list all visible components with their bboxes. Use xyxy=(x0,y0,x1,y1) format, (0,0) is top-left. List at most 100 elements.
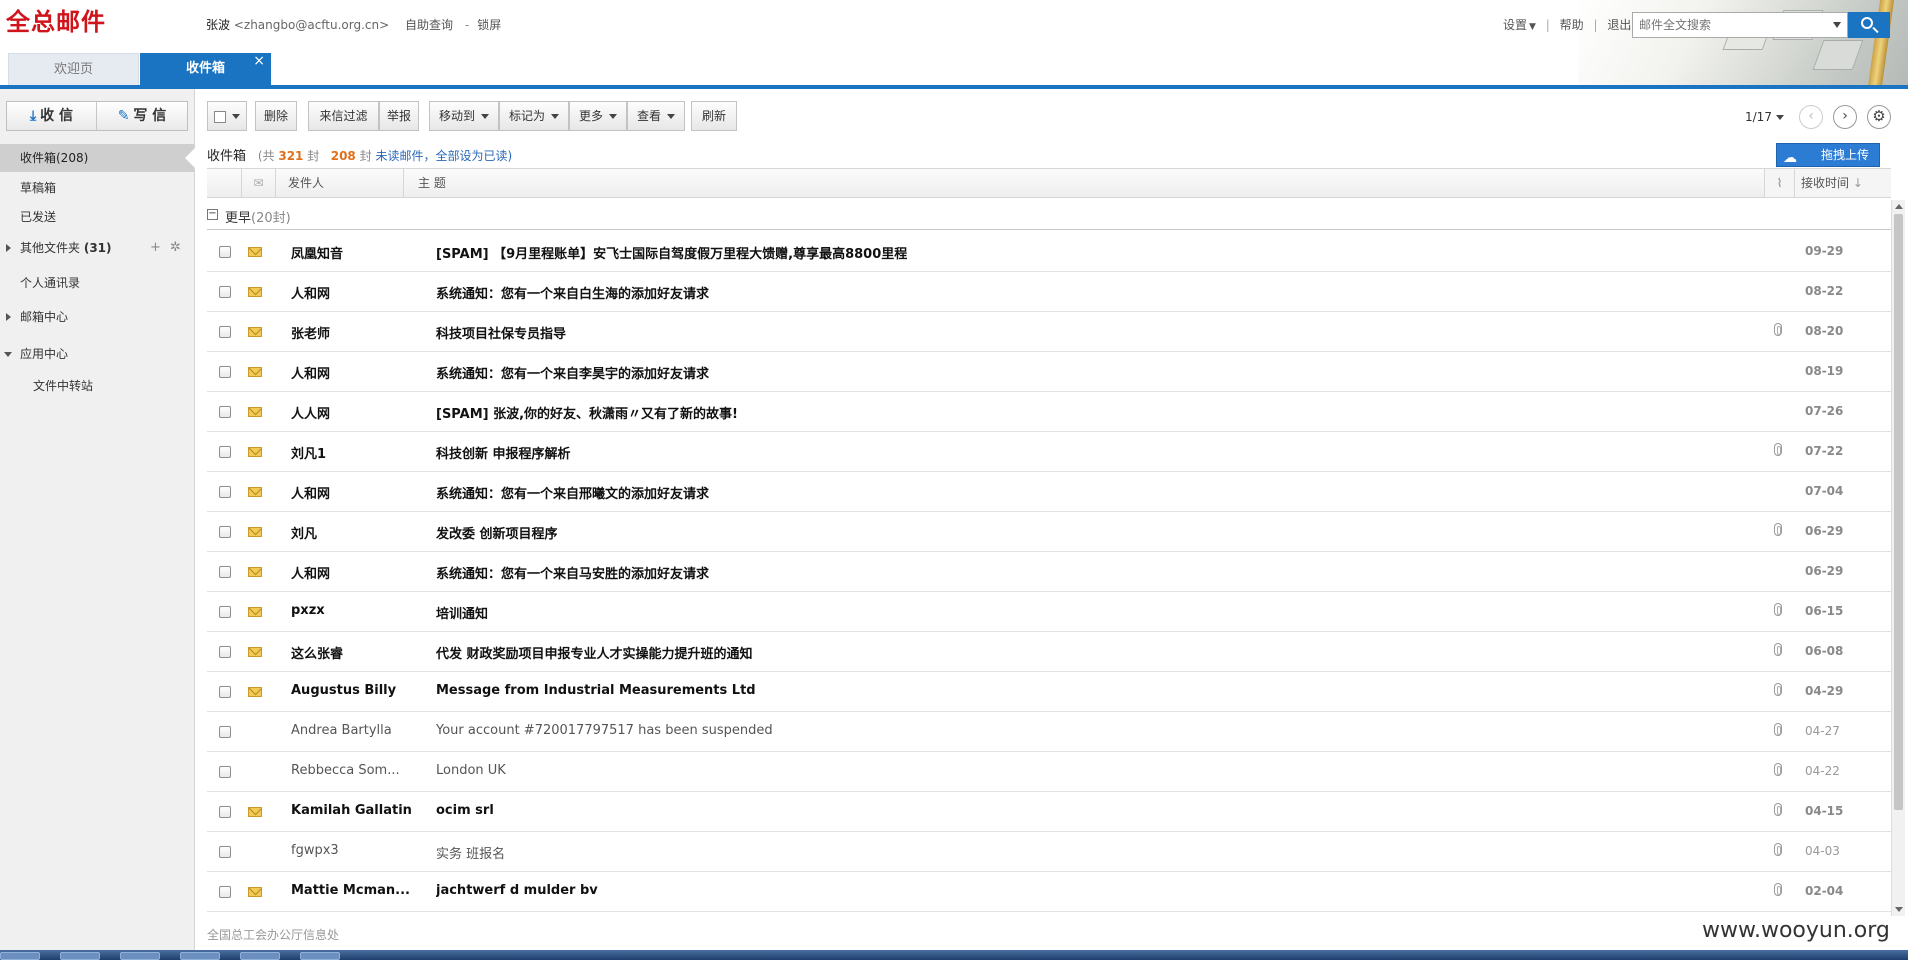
table-row[interactable]: 人和网 系统通知：您有一个来自邢曦文的添加好友请求 07-04 xyxy=(207,472,1891,512)
search-input[interactable] xyxy=(1633,13,1823,37)
table-row[interactable]: Kamilah Gallatin ocim srl 04-15 xyxy=(207,792,1891,832)
table-row[interactable]: 人和网 系统通知：您有一个来自马安胜的添加好友请求 06-29 xyxy=(207,552,1891,592)
mail-subject[interactable]: London UK xyxy=(436,763,1736,778)
row-checkbox[interactable] xyxy=(219,446,231,458)
unread-link[interactable]: 未读邮件 xyxy=(375,149,423,163)
sidebar-item-drafts[interactable]: 草稿箱 xyxy=(0,174,194,202)
mail-subject[interactable]: ocim srl xyxy=(436,803,1736,818)
lock-screen-link[interactable]: 锁屏 xyxy=(477,18,501,32)
close-icon[interactable]: × xyxy=(253,45,265,77)
table-row[interactable]: Mattie Mcman... jachtwerf d mulder bv 02-0… xyxy=(207,872,1891,912)
row-checkbox[interactable] xyxy=(219,526,231,538)
column-type[interactable]: ✉ xyxy=(241,169,275,197)
mail-subject[interactable]: 培训通知 xyxy=(436,603,1736,622)
row-checkbox[interactable] xyxy=(219,846,231,858)
table-row[interactable]: Rebbecca Som... London UK 04-22 xyxy=(207,752,1891,792)
select-all-dropdown[interactable] xyxy=(207,101,247,131)
row-checkbox[interactable] xyxy=(219,406,231,418)
row-checkbox[interactable] xyxy=(219,566,231,578)
row-checkbox[interactable] xyxy=(219,686,231,698)
collapse-icon[interactable]: − xyxy=(207,209,218,220)
taskbar-app[interactable] xyxy=(180,952,220,960)
row-checkbox[interactable] xyxy=(219,326,231,338)
group-header[interactable]: − 更早(20封) xyxy=(207,200,1891,230)
write-button[interactable]: ✎ 写 信 xyxy=(97,102,187,130)
sidebar-item-app-center[interactable]: 应用中心 xyxy=(0,340,194,368)
logout-link[interactable]: 退出 xyxy=(1607,18,1631,32)
page-selector[interactable]: 1/17 xyxy=(1745,110,1784,124)
scrollbar[interactable] xyxy=(1891,200,1905,916)
mail-subject[interactable]: 系统通知：您有一个来自李昊宇的添加好友请求 xyxy=(436,363,1736,382)
column-subject[interactable]: 主 题 xyxy=(403,169,1908,197)
sidebar-item-mailbox-center[interactable]: 邮箱中心 xyxy=(0,303,194,331)
taskbar-app[interactable] xyxy=(60,952,100,960)
scroll-up-icon[interactable] xyxy=(1895,204,1903,209)
column-time[interactable]: 接收时间 ↓ xyxy=(1794,169,1891,197)
start-button[interactable] xyxy=(0,952,40,960)
mail-subject[interactable]: Message from Industrial Measurements Ltd xyxy=(436,683,1736,698)
select-all-checkbox[interactable] xyxy=(214,110,226,123)
sidebar-item-inbox[interactable]: 收件箱(208) xyxy=(0,144,195,172)
taskbar-app[interactable] xyxy=(240,952,280,960)
help-link[interactable]: 帮助 xyxy=(1560,18,1584,32)
row-checkbox[interactable] xyxy=(219,486,231,498)
chevron-right-icon[interactable] xyxy=(6,313,11,321)
refresh-button[interactable]: 刷新 xyxy=(691,101,737,131)
mail-subject[interactable]: Your account #720017797517 has been susp… xyxy=(436,723,1736,738)
delete-button[interactable]: 删除 xyxy=(255,101,297,131)
table-row[interactable]: 这么张睿 代发 财政奖励项目申报专业人才实操能力提升班的通知 06-08 xyxy=(207,632,1891,672)
row-checkbox[interactable] xyxy=(219,286,231,298)
taskbar-app[interactable] xyxy=(300,952,340,960)
next-page-button[interactable]: › xyxy=(1833,105,1857,129)
table-row[interactable]: 刘凡1 科技创新 申报程序解析 07-22 xyxy=(207,432,1891,472)
drag-upload-button[interactable]: ☁ 拖拽上传 xyxy=(1776,143,1880,167)
view-button[interactable]: 查看 xyxy=(627,101,685,131)
list-settings-button[interactable]: ⚙ xyxy=(1867,105,1891,129)
mark-all-read-link[interactable]: ，全部设为已读) xyxy=(423,149,512,163)
mail-subject[interactable]: 科技创新 申报程序解析 xyxy=(436,443,1736,462)
table-row[interactable]: 人人网 [SPAM] 张波,你的好友、秋潇雨〃又有了新的故事! 07-26 xyxy=(207,392,1891,432)
taskbar-app[interactable] xyxy=(120,952,160,960)
row-checkbox[interactable] xyxy=(219,366,231,378)
scroll-down-icon[interactable] xyxy=(1895,907,1903,912)
mail-subject[interactable]: [SPAM] 【9月里程账单】安飞士国际自驾度假万里程大馈赠,尊享最高8800里… xyxy=(436,243,1736,262)
mail-subject[interactable]: [SPAM] 张波,你的好友、秋潇雨〃又有了新的故事! xyxy=(436,403,1736,422)
add-folder-icon[interactable]: + xyxy=(150,234,161,262)
mail-subject[interactable]: 代发 财政奖励项目申报专业人才实操能力提升班的通知 xyxy=(436,643,1736,662)
filter-button[interactable]: 来信过滤 xyxy=(308,101,379,131)
chevron-right-icon[interactable] xyxy=(6,244,11,252)
row-checkbox[interactable] xyxy=(219,886,231,898)
mail-subject[interactable]: 系统通知：您有一个来自邢曦文的添加好友请求 xyxy=(436,483,1736,502)
self-service-link[interactable]: 自助查询 xyxy=(405,18,453,32)
sidebar-item-sent[interactable]: 已发送 xyxy=(0,203,194,231)
row-checkbox[interactable] xyxy=(219,606,231,618)
tab-inbox[interactable]: 收件箱 × xyxy=(140,53,271,85)
sidebar-item-file-transfer[interactable]: 文件中转站 xyxy=(0,372,194,400)
row-checkbox[interactable] xyxy=(219,646,231,658)
table-row[interactable]: Augustus Billy Message from Industrial Me… xyxy=(207,672,1891,712)
table-row[interactable]: 人和网 系统通知：您有一个来自李昊宇的添加好友请求 08-19 xyxy=(207,352,1891,392)
receive-button[interactable]: ⤓ 收 信 xyxy=(7,102,97,130)
search-button[interactable] xyxy=(1848,12,1890,38)
move-to-button[interactable]: 移动到 xyxy=(429,101,499,131)
mail-subject[interactable]: 实务 班报名 xyxy=(436,843,1736,862)
table-row[interactable]: 刘凡 发改委 创新项目程序 06-29 xyxy=(207,512,1891,552)
scroll-thumb[interactable] xyxy=(1894,214,1903,810)
mark-as-button[interactable]: 标记为 xyxy=(499,101,569,131)
table-row[interactable]: fgwpx3 实务 班报名 04-03 xyxy=(207,832,1891,872)
mail-subject[interactable]: 系统通知：您有一个来自马安胜的添加好友请求 xyxy=(436,563,1736,582)
mail-subject[interactable]: jachtwerf d mulder bv xyxy=(436,883,1736,898)
prev-page-button[interactable]: ‹ xyxy=(1799,105,1823,129)
table-row[interactable]: pxzx 培训通知 06-15 xyxy=(207,592,1891,632)
column-sender[interactable]: 发件人 xyxy=(275,169,411,197)
row-checkbox[interactable] xyxy=(219,806,231,818)
mail-subject[interactable]: 科技项目社保专员指导 xyxy=(436,323,1736,342)
table-row[interactable]: 凤凰知音 [SPAM] 【9月里程账单】安飞士国际自驾度假万里程大馈赠,尊享最高8… xyxy=(207,232,1891,272)
table-row[interactable]: 张老师 科技项目社保专员指导 08-20 xyxy=(207,312,1891,352)
report-button[interactable]: 举报 xyxy=(379,101,419,131)
sidebar-item-other-folders[interactable]: 其他文件夹 (31) + ✲ xyxy=(0,234,194,262)
row-checkbox[interactable] xyxy=(219,246,231,258)
table-row[interactable]: Andrea Bartylla Your account #72001779751… xyxy=(207,712,1891,752)
mail-subject[interactable]: 系统通知：您有一个来自白生海的添加好友请求 xyxy=(436,283,1736,302)
tab-welcome[interactable]: 欢迎页 xyxy=(8,53,139,85)
